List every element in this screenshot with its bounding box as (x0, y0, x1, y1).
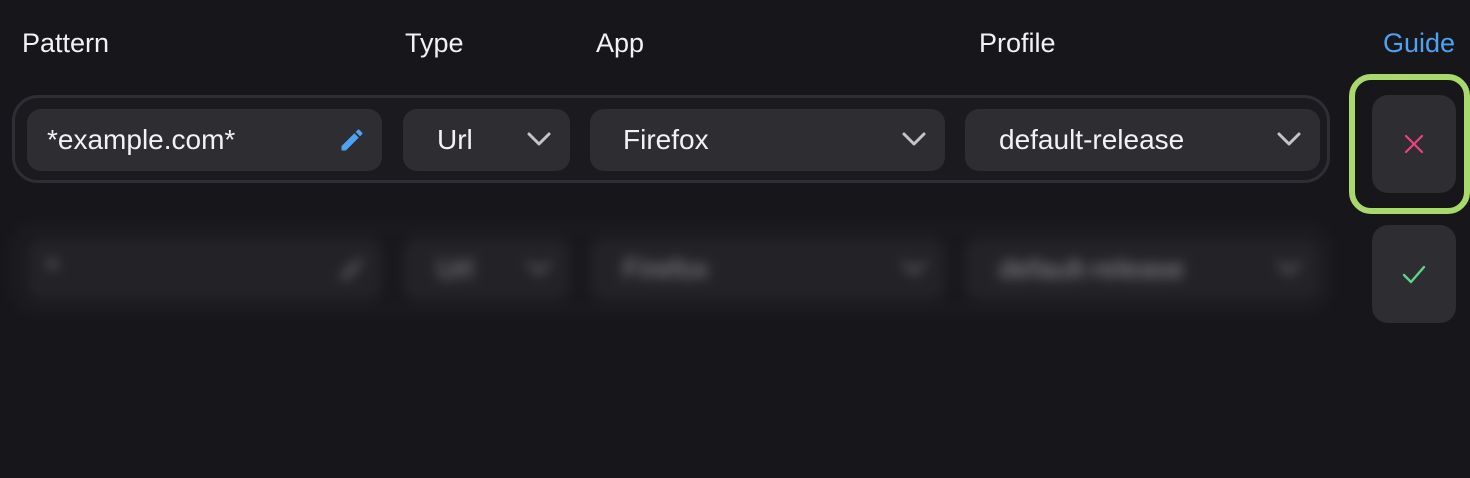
profile-value: default-release (999, 124, 1185, 155)
rule-row: *example.com* Url Firefox default-releas… (12, 95, 1330, 183)
chevron-down-icon (902, 261, 926, 275)
confirm-rule-button[interactable] (1372, 225, 1456, 323)
chevron-down-icon (902, 132, 926, 146)
profile-select[interactable]: default-release (965, 238, 1320, 300)
app-value: Firefox (623, 124, 709, 155)
type-value: Url (437, 253, 473, 284)
chevron-down-icon (527, 132, 551, 146)
app-value: Firefox (623, 253, 709, 284)
pencil-icon[interactable] (338, 255, 366, 283)
app-select[interactable]: Firefox (590, 238, 945, 300)
profile-column-label: Profile (979, 28, 1056, 58)
type-select[interactable]: Url (403, 238, 570, 300)
chevron-down-icon (1277, 132, 1301, 146)
profile-value: default-release (999, 253, 1185, 284)
check-icon (1402, 265, 1426, 284)
remove-rule-button[interactable] (1372, 95, 1456, 193)
pattern-value: * (47, 253, 58, 284)
new-rule-row: * Url Firefox default-release (12, 224, 1330, 312)
pencil-icon[interactable] (338, 126, 366, 154)
chevron-down-icon (1277, 261, 1301, 275)
pattern-input[interactable]: * (27, 238, 382, 300)
pattern-input[interactable]: *example.com* (27, 109, 382, 171)
app-select[interactable]: Firefox (590, 109, 945, 171)
profile-select[interactable]: default-release (965, 109, 1320, 171)
type-value: Url (437, 124, 473, 155)
pattern-column-label: Pattern (22, 28, 110, 58)
chevron-down-icon (527, 261, 551, 275)
guide-link[interactable]: Guide (1383, 28, 1455, 59)
type-column-label: Type (405, 28, 464, 58)
pattern-value: *example.com* (47, 124, 236, 155)
close-icon (1404, 134, 1424, 154)
app-column-label: App (596, 28, 645, 58)
column-header: Pattern Type App Profile Guide (0, 24, 1470, 64)
type-select[interactable]: Url (403, 109, 570, 171)
